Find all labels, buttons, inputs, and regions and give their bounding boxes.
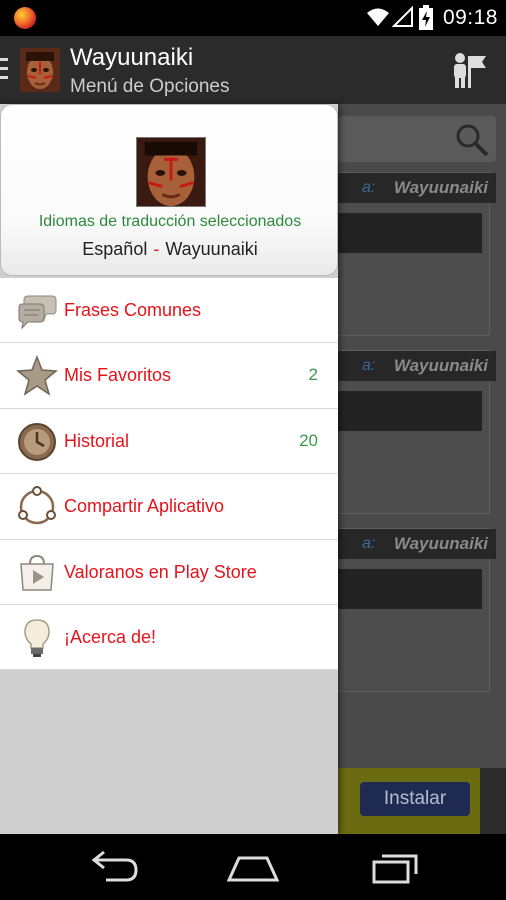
ad-banner[interactable]: Instalar: [338, 768, 506, 834]
card-text-box: [338, 391, 482, 431]
ad-edge: [480, 768, 506, 834]
language-selector-icon[interactable]: [450, 50, 490, 90]
wifi-icon: [367, 8, 389, 26]
menu-item-valoranos-play-store[interactable]: Valoranos en Play Store: [0, 539, 338, 605]
card-text-box: [338, 569, 482, 609]
card-text-box: [338, 213, 482, 253]
search-icon[interactable]: [454, 122, 490, 158]
speech-bubbles-icon: [18, 295, 57, 330]
menu-item-frases-comunes[interactable]: Frases Comunes: [0, 278, 338, 344]
menu-item-label: Historial: [64, 430, 130, 451]
navigation-bar: [0, 834, 506, 900]
translation-card[interactable]: a: Wayuunaiki: [338, 528, 496, 692]
app-logo[interactable]: [20, 48, 60, 92]
menu-item-label: Frases Comunes: [64, 300, 202, 320]
card-header: a: Wayuunaiki: [338, 351, 496, 381]
drawer-indicator-icon[interactable]: [0, 58, 8, 82]
share-icon: [18, 486, 56, 525]
status-clock: 09:18: [442, 6, 498, 29]
card-lang-name: Wayuunaiki: [393, 178, 488, 197]
action-bar: Wayuunaiki Menú de Opciones: [0, 36, 506, 104]
star-icon: [16, 355, 58, 397]
language-pair[interactable]: Español - Wayuunaiki: [1, 239, 339, 260]
card-lang-name: Wayuunaiki: [393, 356, 488, 375]
recent-apps-icon[interactable]: [368, 848, 424, 888]
card-lang-name: Wayuunaiki: [393, 534, 488, 553]
battery-charging-icon: [419, 5, 433, 30]
menu-item-historial[interactable]: Historial 20: [0, 408, 338, 475]
signal-icon: [392, 6, 413, 27]
menu-item-acerca-de[interactable]: ¡Acerca de!: [0, 604, 338, 671]
install-button[interactable]: Instalar: [360, 782, 470, 816]
app-notification-icon: [14, 7, 36, 29]
play-store-icon: [20, 554, 54, 591]
lightbulb-icon: [24, 619, 50, 657]
status-bar: 09:18: [0, 0, 506, 36]
language-separator: -: [153, 239, 160, 259]
translation-card[interactable]: a: Wayuunaiki: [338, 350, 496, 514]
to-label: a:: [362, 179, 376, 196]
selected-languages-label: Idiomas de traducción seleccionados: [38, 213, 302, 230]
menu-item-count: 20: [299, 430, 318, 450]
back-icon[interactable]: [86, 848, 142, 888]
profile-image: [136, 137, 206, 207]
app-subtitle: Menú de Opciones: [70, 76, 230, 97]
navigation-drawer: Idiomas de traducción seleccionados Espa…: [0, 104, 338, 834]
home-icon[interactable]: [225, 848, 281, 888]
source-language: Español: [82, 239, 148, 259]
menu-item-label: ¡Acerca de!: [64, 626, 157, 647]
menu-item-count: 2: [308, 365, 318, 385]
drawer-menu: Frases Comunes Mis Favoritos 2 Historial…: [0, 278, 338, 671]
menu-item-label: Compartir Aplicativo: [64, 496, 225, 517]
clock-icon: [18, 422, 56, 461]
menu-item-label: Mis Favoritos: [64, 365, 172, 386]
to-label: a:: [362, 357, 376, 374]
menu-item-compartir-aplicativo[interactable]: Compartir Aplicativo: [0, 474, 338, 540]
search-bar[interactable]: [338, 116, 496, 162]
card-header: a: Wayuunaiki: [338, 529, 496, 559]
to-label: a:: [362, 535, 376, 552]
target-language: Wayuunaiki: [165, 239, 258, 259]
menu-item-mis-favoritos[interactable]: Mis Favoritos 2: [0, 343, 338, 409]
translation-card[interactable]: a: Wayuunaiki: [338, 172, 496, 336]
menu-item-label: Valoranos en Play Store: [64, 561, 257, 582]
card-header: a: Wayuunaiki: [338, 173, 496, 203]
drawer-header: Idiomas de traducción seleccionados Espa…: [0, 104, 338, 276]
app-title: Wayuunaiki: [70, 44, 194, 71]
